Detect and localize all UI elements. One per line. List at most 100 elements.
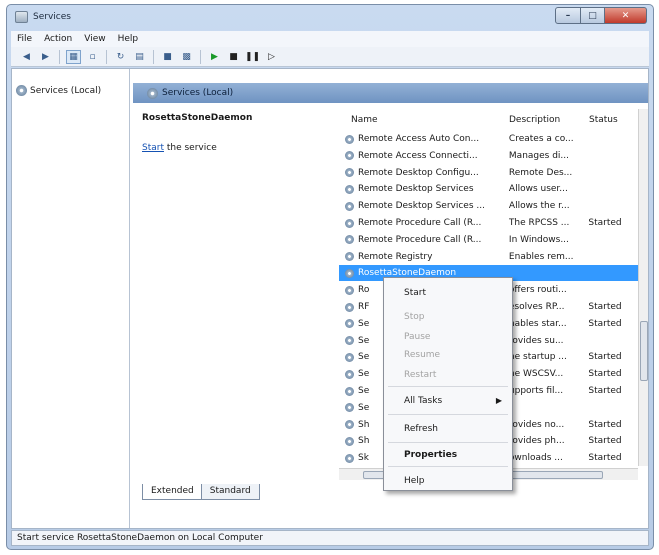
service-name-cell: Remote Procedure Call (R... [358,234,482,245]
context-separator [388,414,508,415]
context-restart: Restart [404,370,437,380]
service-gear-icon [345,201,354,211]
context-refresh[interactable]: Refresh [404,424,438,434]
start-service-link[interactable]: Start [142,143,164,153]
table-row[interactable]: Remote Desktop Configu... Remote Des... [339,165,638,181]
gear-icon [16,85,27,96]
submenu-arrow-icon: ▶ [495,396,502,405]
menu-bar: File Action View Help [11,31,649,47]
table-row[interactable]: Remote Desktop Services ... Allows the r.… [339,198,638,214]
table-row[interactable]: Remote Procedure Call (R... The RPCSS ...… [339,215,638,231]
context-menu: Start Stop Pause Resume Restart All Task… [383,277,513,491]
refresh-icon[interactable]: ↻ [113,50,128,64]
service-gear-icon [345,235,354,245]
service-gear-icon [345,134,354,144]
close-button[interactable]: ✕ [605,7,647,24]
menu-view[interactable]: View [84,34,105,44]
context-separator [388,466,508,467]
results-header-title: Services (Local) [162,88,234,98]
context-pause: Pause [404,332,431,342]
service-gear-icon [345,302,354,312]
context-start[interactable]: Start [404,288,426,298]
back-icon[interactable]: ◀ [19,50,34,64]
service-action-suffix: the service [164,143,217,153]
pause-service-icon[interactable]: ❚❚ [245,50,260,64]
maximize-button[interactable]: □ [581,7,605,24]
show-hide-tree-icon[interactable]: ▦ [66,49,81,64]
menu-action[interactable]: Action [44,34,72,44]
table-row[interactable]: Remote Desktop Services Allows user... [339,181,638,197]
service-description-cell: he startup ... [508,352,567,363]
table-row[interactable]: Remote Access Connecti... Manages di... [339,148,638,164]
service-gear-icon [345,319,354,329]
window-title: Services [33,12,71,22]
column-header-name[interactable]: Name [351,115,378,125]
tab-extended[interactable]: Extended [142,484,203,500]
extended-detail-pane: RosettaStoneDaemon Start the service [142,113,332,153]
export-list-icon[interactable]: ▤ [132,50,147,64]
stop-service-icon[interactable]: ■ [226,50,241,64]
minimize-button[interactable]: – [555,7,581,24]
service-description-cell: esolves RP... [508,302,565,312]
service-gear-icon [345,386,354,396]
service-name-cell: Remote Desktop Services [358,184,474,195]
service-description-cell: offers routi... [508,285,567,296]
vertical-scroll-thumb[interactable] [640,321,648,381]
service-description-cell: Enables rem... [508,251,574,262]
selected-service-name: RosettaStoneDaemon [142,113,253,123]
help-icon[interactable]: ■ [160,50,175,64]
services-window: Services – □ ✕ File Action View Help ◀ ▶… [6,4,654,550]
service-description-cell: In Windows... [508,234,569,245]
restart-service-icon[interactable]: ▷ [264,50,279,64]
service-gear-icon [345,453,354,463]
service-status-cell: Started [588,453,622,464]
start-service-icon[interactable]: ▶ [207,50,222,64]
service-gear-icon [345,285,354,295]
service-description-cell: nables star... [508,318,567,329]
view-tabs: Extended Standard [142,484,260,500]
service-gear-icon [345,252,354,262]
services-app-icon [15,11,28,23]
column-header-status[interactable]: Status [589,115,618,125]
table-row[interactable]: Remote Access Auto Con... Creates a co... [339,131,638,147]
context-stop: Stop [404,312,425,322]
service-description-cell: Remote Des... [508,167,573,178]
context-help[interactable]: Help [404,476,425,486]
table-row[interactable]: Remote Registry Enables rem... [339,249,638,265]
column-header-description[interactable]: Description [509,115,560,125]
service-name-cell: Remote Access Connecti... [358,150,478,161]
service-status-cell: Started [588,386,622,396]
service-gear-icon [345,403,354,413]
context-properties[interactable]: Properties [404,450,457,460]
context-all-tasks[interactable]: All Tasks [404,396,442,406]
service-description-cell: Creates a co... [508,134,574,144]
service-name-cell: Remote Procedure Call (R... [358,218,482,228]
service-name-cell: Remote Access Auto Con... [358,134,480,144]
service-gear-icon [345,420,354,430]
service-description-cell: upports fil... [508,386,564,396]
menu-file[interactable]: File [17,34,32,44]
main-content: Services (Local) Services (Local) Rosett… [11,68,649,529]
status-bar: Start service RosettaStoneDaemon on Loca… [11,530,649,546]
service-gear-icon [345,184,354,194]
service-status-cell: Started [588,419,622,430]
gear-icon [147,87,158,99]
properties-icon[interactable]: ▩ [179,50,194,64]
console-tree: Services (Local) [12,69,130,528]
context-separator [388,386,508,387]
toolbar: ◀ ▶ ▦ ▫ ↻ ▤ ■ ▩ ▶ ■ ❚❚ ▷ [11,47,649,67]
service-description-cell: he WSCSV... [508,369,564,380]
service-description-cell: rovides ph... [508,436,565,447]
title-bar[interactable]: Services – □ ✕ [7,5,653,31]
column-headers: Name Description Status [339,115,648,129]
service-gear-icon [345,151,354,161]
service-description-cell: Manages di... [508,150,570,161]
tab-standard[interactable]: Standard [200,484,260,500]
console-icon[interactable]: ▫ [85,50,100,64]
vertical-scrollbar[interactable] [638,109,648,466]
service-description-cell: Allows user... [508,184,568,195]
forward-icon[interactable]: ▶ [38,50,53,64]
table-row[interactable]: Remote Procedure Call (R... In Windows... [339,232,638,248]
menu-help[interactable]: Help [118,34,139,44]
tree-item-services-local[interactable]: Services (Local) [16,85,101,96]
